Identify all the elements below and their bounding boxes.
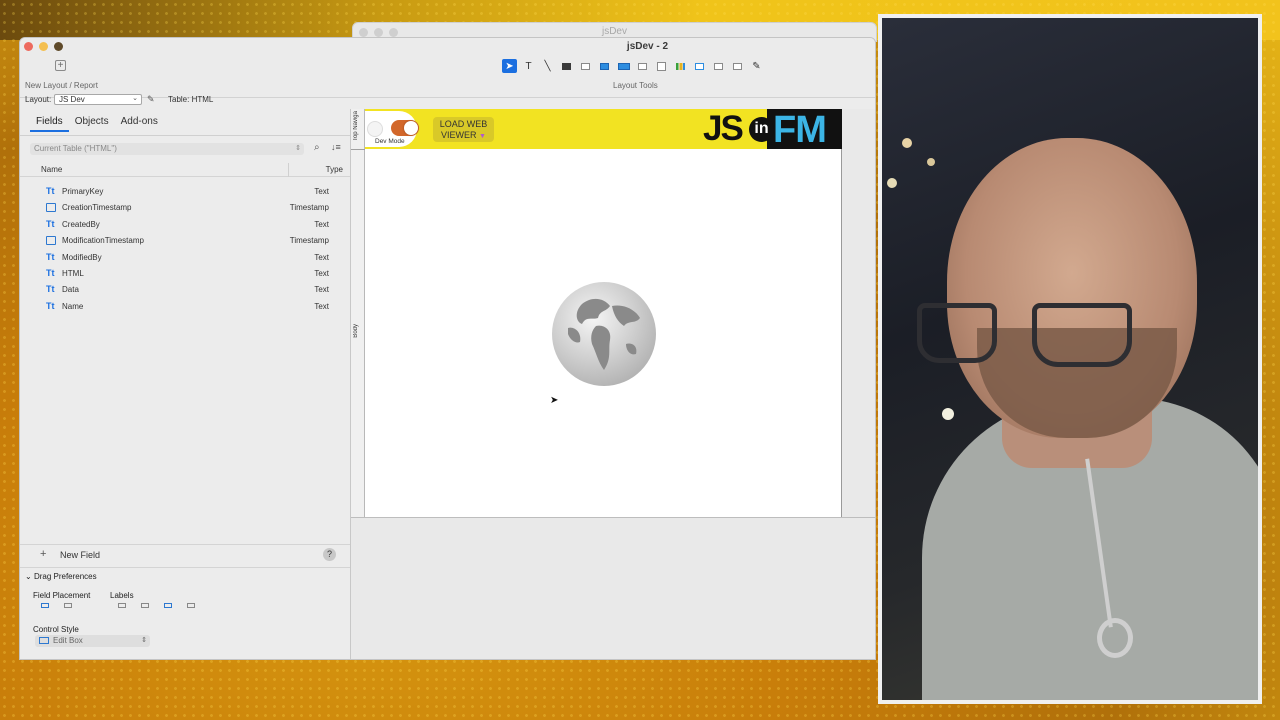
list-item[interactable]: Tt CreatedBy Text [20,218,350,234]
chevron-updown-icon: ⇕ [141,637,147,644]
field-tool-icon[interactable] [578,59,593,73]
web-viewer-globe-icon[interactable] [552,282,656,386]
new-layout-label: New Layout / Report [25,81,98,90]
list-item[interactable]: Tt ModifiedBy Text [20,251,350,267]
field-list: Tt PrimaryKey Text CreationTimestamp Timest… [20,185,350,316]
new-layout-icon[interactable]: + [55,60,66,71]
glasses-right-lens [1032,303,1132,367]
vertical-placement-icon[interactable] [38,601,52,610]
edit-box-icon [39,637,49,644]
table-label: Table: HTML [168,95,214,104]
field-placement-label: Field Placement [33,591,91,600]
pane-tabs: Fields Objects Add-ons [30,113,164,132]
column-type-header[interactable]: Type [326,165,343,174]
chevron-updown-icon: ⇕ [295,145,301,152]
no-label-icon[interactable] [115,601,129,610]
button-bar-tool-icon[interactable] [616,59,631,73]
text-field-icon: Tt [46,300,55,311]
label-above-icon[interactable] [138,601,152,610]
filemaker-window: jsDev - 2 + New Layout / Report ➤ T ╲ ✎ … [19,37,876,660]
list-item[interactable]: ModificationTimestamp Timestamp [20,234,350,250]
popover-tool-icon[interactable] [635,59,650,73]
line-tool-icon[interactable]: ╲ [540,59,555,73]
chart-tool-icon[interactable] [673,59,688,73]
layout-body[interactable]: Dev Mode LOAD WEB VIEWER ▼ JS in FM ➤ [365,109,842,517]
label-options [115,601,198,610]
layout-tools: ➤ T ╲ ✎ [502,59,764,73]
column-name-header[interactable]: Name [41,165,62,174]
timestamp-field-icon [46,236,56,246]
layout-select[interactable]: JS Dev ⌄ [54,94,142,105]
new-field-button[interactable]: New Field [60,550,100,560]
list-item[interactable]: Tt HTML Text [20,267,350,283]
text-field-icon: Tt [46,267,55,278]
field-placement-options [38,601,75,610]
help-icon[interactable]: ? [323,548,336,561]
list-item[interactable]: Tt PrimaryKey Text [20,185,350,201]
text-field-icon: Tt [46,218,55,229]
horizontal-placement-icon[interactable] [61,601,75,610]
layout-tools-label: Layout Tools [613,81,658,90]
portal-tool-icon[interactable] [654,59,669,73]
labels-label: Labels [110,591,134,600]
text-field-icon: Tt [46,251,55,262]
slide-control-tool-icon[interactable] [711,59,726,73]
layout-label: Layout: [25,95,52,104]
tab-fields[interactable]: Fields [30,113,69,132]
webcam-video [878,14,1262,704]
list-item[interactable]: Tt Data Text [20,283,350,299]
part-label-top-navigation[interactable]: Top Naviga [353,111,359,141]
chevron-down-icon: ⌄ [132,95,138,102]
pointer-tool-icon[interactable]: ➤ [502,59,517,73]
web-viewer-tool-icon[interactable] [692,59,707,73]
search-icon[interactable]: ⌕ [314,142,320,153]
dev-mode-label: Dev Mode [375,138,405,145]
drag-preferences-toggle[interactable]: ⌄ Drag Preferences [25,572,97,581]
necklace-pendant [1097,618,1133,658]
layout-canvas[interactable]: Top Naviga Body Dev Mode LOAD WEB VIEWER… [351,109,875,659]
list-item[interactable]: Tt Name Text [20,300,350,316]
label-left-icon[interactable] [161,601,175,610]
window-title: jsDev - 2 [626,41,669,52]
glasses-left-lens [917,303,997,363]
text-tool-icon[interactable]: T [521,59,536,73]
tab-add-ons[interactable]: Add-ons [115,113,164,132]
part-labels: Top Naviga Body [351,109,365,517]
dev-mode-toggle-container: Dev Mode [365,111,419,147]
button-tool-icon[interactable] [597,59,612,73]
timestamp-field-icon [46,203,56,213]
table-picker[interactable]: Current Table ("HTML") ⇕ [30,143,304,155]
control-style-label: Control Style [33,625,79,634]
format-painter-tool-icon[interactable]: ✎ [749,59,764,73]
new-field-row: + New Field ? [20,544,350,564]
text-field-icon: Tt [46,186,55,196]
text-field-icon: Tt [46,284,55,295]
drag-preferences: ⌄ Drag Preferences Field Placement Label… [20,567,350,647]
script-trigger-icon: ▼ [479,133,486,140]
back-window-title: jsDev [601,26,627,37]
list-item[interactable]: CreationTimestamp Timestamp [20,201,350,217]
jsinfm-logo: JS in FM [703,109,842,151]
titlebar: jsDev - 2 + New Layout / Report ➤ T ╲ ✎ … [20,38,875,98]
fields-pane: Fields Objects Add-ons Current Table ("H… [20,109,351,659]
part-label-body[interactable]: Body [353,324,359,338]
field-list-header: Name Type [20,163,350,177]
label-inside-icon[interactable] [184,601,198,610]
plus-icon[interactable]: + [40,548,46,560]
dev-mode-toggle[interactable] [391,120,419,136]
rectangle-tool-icon[interactable] [559,59,574,73]
tab-objects[interactable]: Objects [69,113,115,132]
mouse-cursor-icon: ➤ [550,395,559,406]
sort-icon[interactable]: ↓≡ [331,142,341,152]
edit-layout-icon[interactable]: ✎ [147,94,155,105]
top-navigation-part[interactable]: Dev Mode LOAD WEB VIEWER ▼ JS in FM [365,109,842,151]
load-web-viewer-button[interactable]: LOAD WEB VIEWER ▼ [433,117,494,142]
control-style-select[interactable]: Edit Box ⇕ [35,635,150,647]
tab-control-tool-icon[interactable] [730,59,745,73]
layout-bar: Layout: JS Dev ⌄ ✎ Table: HTML [20,94,875,109]
